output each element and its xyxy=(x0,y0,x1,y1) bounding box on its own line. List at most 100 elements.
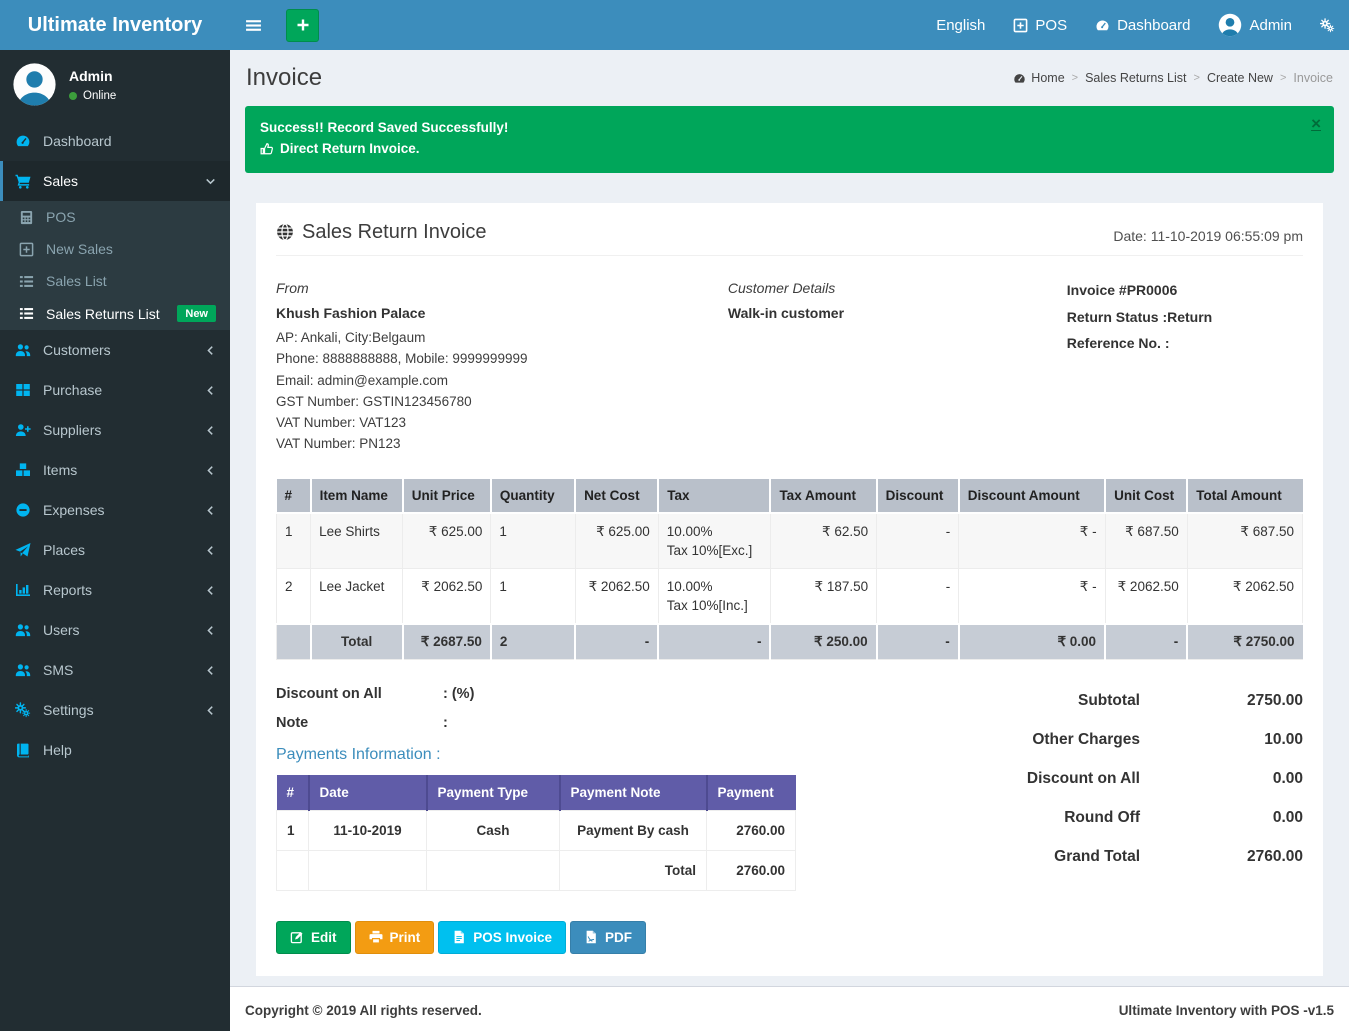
nav-settings[interactable] xyxy=(1306,0,1349,50)
list-icon xyxy=(19,274,36,289)
sidebar-item-new-sales[interactable]: New Sales xyxy=(0,233,230,265)
plus-square-icon xyxy=(1013,18,1028,33)
sidebar-item-users[interactable]: Users xyxy=(0,610,230,650)
invoice-number: Invoice #PR0006 xyxy=(1067,280,1303,302)
breadcrumb-separator: > xyxy=(1072,72,1078,84)
nav-language[interactable]: English xyxy=(922,0,999,50)
sidebar-item-reports[interactable]: Reports xyxy=(0,570,230,610)
cubes-icon xyxy=(15,462,33,478)
chevron-left-icon xyxy=(205,465,216,476)
dashboard-icon xyxy=(15,133,33,149)
calculator-icon xyxy=(19,210,36,225)
sidebar-item-sales-returns-list[interactable]: Sales Returns List New xyxy=(0,297,230,330)
success-alert: Success!! Record Saved Successfully! Dir… xyxy=(245,106,1334,173)
nav-dashboard[interactable]: Dashboard xyxy=(1081,0,1204,50)
pdf-button[interactable]: PDF xyxy=(570,921,646,954)
gears-icon xyxy=(1320,18,1335,33)
payments-header-row: # Date Payment Type Payment Note Payment xyxy=(277,775,796,811)
chevron-left-icon xyxy=(205,345,216,356)
nav-user-menu[interactable]: Admin xyxy=(1204,0,1306,50)
company-name: Khush Fashion Palace xyxy=(276,305,728,321)
breadcrumb-home[interactable]: Home xyxy=(1013,71,1064,85)
chevron-down-icon xyxy=(205,176,216,187)
chevron-left-icon xyxy=(205,665,216,676)
sidebar-item-sales-list[interactable]: Sales List xyxy=(0,265,230,297)
main-header: Ultimate Inventory English POS xyxy=(0,0,1349,50)
payments-heading: Payments Information : xyxy=(276,746,781,764)
chevron-left-icon xyxy=(205,585,216,596)
sidebar-item-expenses[interactable]: Expenses xyxy=(0,490,230,530)
return-status: Return Status :Return xyxy=(1067,307,1303,329)
items-header-row: # Item Name Unit Price Quantity Net Cost… xyxy=(277,479,1303,513)
sidebar-item-help[interactable]: Help xyxy=(0,730,230,770)
pos-invoice-button[interactable]: POS Invoice xyxy=(438,921,566,954)
users-icon xyxy=(15,622,33,638)
item-row: 2 Lee Jacket ₹ 2062.50 1 ₹ 2062.50 10.00… xyxy=(277,568,1303,624)
app-logo[interactable]: Ultimate Inventory xyxy=(0,0,230,50)
footer-copyright: Copyright © 2019 All rights reserved. xyxy=(245,1003,482,1018)
user-plus-icon xyxy=(15,422,33,438)
close-icon[interactable]: × xyxy=(1311,115,1321,132)
sidebar-item-suppliers[interactable]: Suppliers xyxy=(0,410,230,450)
top-navbar: English POS Dashboard Admin xyxy=(230,0,1349,50)
payment-row: 1 11-10-2019 Cash Payment By cash 2760.0… xyxy=(277,810,796,850)
summary-round-off: Round Off 0.00 xyxy=(968,809,1303,827)
breadcrumb-invoice: Invoice xyxy=(1293,71,1333,85)
sidebar-user-status[interactable]: Online xyxy=(69,90,116,102)
chevron-left-icon xyxy=(205,545,216,556)
content-area: Invoice Home > Sales Returns List > Crea… xyxy=(230,50,1349,1031)
page-title: Invoice xyxy=(246,64,322,92)
quick-add-button[interactable] xyxy=(286,9,319,42)
invoice-card: Sales Return Invoice Date: 11-10-2019 06… xyxy=(256,203,1323,976)
sales-submenu: POS New Sales Sales List xyxy=(0,201,230,330)
summary-other-charges: Other Charges 10.00 xyxy=(968,731,1303,749)
chevron-left-icon xyxy=(205,505,216,516)
breadcrumb: Home > Sales Returns List > Create New >… xyxy=(1013,71,1333,85)
sidebar-item-purchase[interactable]: Purchase xyxy=(0,370,230,410)
totals-summary: Subtotal 2750.00 Other Charges 10.00 Dis… xyxy=(968,686,1303,891)
sidebar-item-places[interactable]: Places xyxy=(0,530,230,570)
thumbs-up-icon xyxy=(260,142,274,156)
invoice-date: Date: 11-10-2019 06:55:09 pm xyxy=(1113,228,1303,244)
sidebar-item-sms[interactable]: SMS xyxy=(0,650,230,690)
online-status-dot xyxy=(69,92,77,100)
sidebar-item-items[interactable]: Items xyxy=(0,450,230,490)
alert-line2: Direct Return Invoice. xyxy=(280,139,420,160)
sidebar-item-settings[interactable]: Settings xyxy=(0,690,230,730)
home-dashboard-icon xyxy=(1013,72,1026,85)
breadcrumb-sales-returns-list[interactable]: Sales Returns List xyxy=(1085,71,1186,85)
edit-button[interactable]: Edit xyxy=(276,921,351,954)
plus-icon xyxy=(295,17,311,33)
new-badge: New xyxy=(177,305,216,322)
sidebar-user-panel: Admin Online xyxy=(0,50,230,121)
discount-on-all-line: Discount on All : (%) xyxy=(276,686,781,702)
sidebar-item-pos[interactable]: POS xyxy=(0,201,230,233)
customer-section: Customer Details Walk-in customer xyxy=(728,280,1067,455)
print-button[interactable]: Print xyxy=(355,921,435,954)
paper-plane-icon xyxy=(15,542,33,558)
shopping-cart-icon xyxy=(15,173,33,189)
sidebar-menu: Dashboard Sales POS xyxy=(0,121,230,770)
chevron-left-icon xyxy=(205,705,216,716)
bar-chart-icon xyxy=(15,582,33,598)
customer-name: Walk-in customer xyxy=(728,305,1067,321)
sidebar-item-customers[interactable]: Customers xyxy=(0,330,230,370)
reference-number: Reference No. : xyxy=(1067,333,1303,355)
nav-pos[interactable]: POS xyxy=(999,0,1081,50)
minus-circle-icon xyxy=(15,502,33,518)
users-icon xyxy=(15,662,33,678)
footer: Copyright © 2019 All rights reserved. Ul… xyxy=(230,986,1349,1031)
from-section: From Khush Fashion Palace AP: Ankali, Ci… xyxy=(276,280,728,455)
sidebar-toggle-button[interactable] xyxy=(230,0,277,50)
list-icon xyxy=(19,306,36,321)
invoice-meta-section: Invoice #PR0006 Return Status :Return Re… xyxy=(1067,280,1303,455)
sidebar-item-dashboard[interactable]: Dashboard xyxy=(0,121,230,161)
summary-grand-total: Grand Total 2760.00 xyxy=(968,848,1303,866)
breadcrumb-create-new[interactable]: Create New xyxy=(1207,71,1273,85)
items-table: # Item Name Unit Price Quantity Net Cost… xyxy=(276,479,1303,660)
sidebar-item-sales[interactable]: Sales xyxy=(0,161,230,201)
invoice-card-title: Sales Return Invoice xyxy=(276,221,487,244)
file-icon xyxy=(452,930,466,944)
sidebar: Admin Online Dashboard Sales xyxy=(0,50,230,1031)
hamburger-icon xyxy=(245,17,262,34)
